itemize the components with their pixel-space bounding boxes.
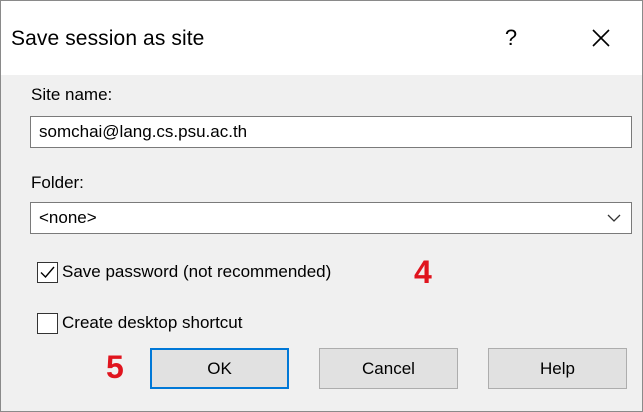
annotation-step-4: 4	[414, 254, 432, 290]
close-button[interactable]	[578, 18, 624, 58]
annotation-step-5: 5	[106, 349, 124, 385]
ok-button[interactable]: OK	[150, 348, 289, 389]
question-mark-icon: ?	[504, 25, 518, 50]
cancel-button-label: Cancel	[362, 358, 415, 378]
site-name-label: Site name:	[31, 85, 113, 104]
close-icon	[592, 29, 610, 47]
folder-select[interactable]: <none>	[30, 202, 632, 234]
checkmark-icon	[40, 266, 55, 278]
site-name-value: somchai@lang.cs.psu.ac.th	[39, 122, 248, 141]
desktop-shortcut-option[interactable]: Create desktop shortcut	[37, 311, 242, 335]
help-button[interactable]: Help	[488, 348, 627, 389]
chevron-down-icon	[607, 214, 621, 222]
folder-value: <none>	[39, 208, 97, 227]
site-name-input[interactable]: somchai@lang.cs.psu.ac.th	[30, 116, 632, 148]
save-session-dialog: Save session as site ? Site name: somcha…	[0, 0, 643, 412]
ok-button-label: OK	[207, 358, 232, 378]
dialog-title: Save session as site	[11, 27, 205, 50]
save-password-option[interactable]: Save password (not recommended)	[37, 260, 331, 284]
save-password-checkbox[interactable]	[37, 261, 58, 283]
title-bar: Save session as site ?	[1, 1, 642, 75]
help-title-button[interactable]: ?	[488, 18, 534, 58]
folder-label: Folder:	[31, 173, 84, 192]
help-button-label: Help	[540, 358, 575, 378]
desktop-shortcut-checkbox[interactable]	[37, 312, 58, 334]
desktop-shortcut-label: Create desktop shortcut	[62, 313, 243, 332]
cancel-button[interactable]: Cancel	[319, 348, 458, 389]
save-password-label: Save password (not recommended)	[62, 262, 332, 281]
